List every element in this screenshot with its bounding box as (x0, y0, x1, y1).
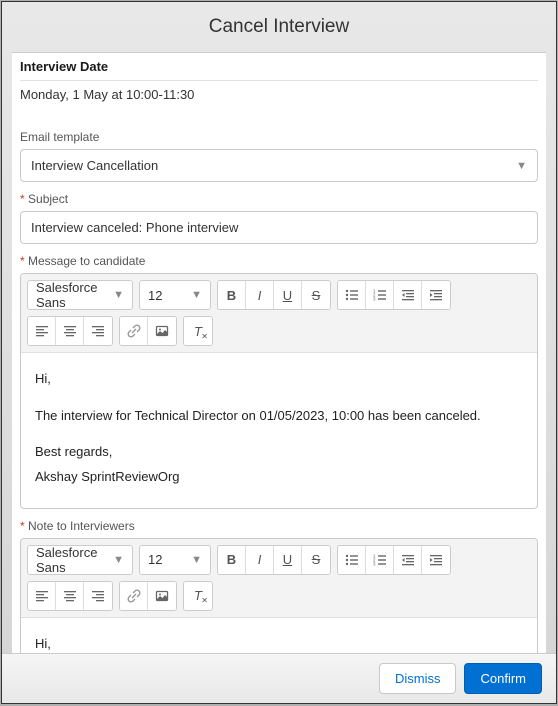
message-signoff2: Akshay SprintReviewOrg (35, 465, 523, 490)
email-template-select[interactable]: Interview Cancellation ▼ (20, 149, 538, 182)
fontsize-value: 12 (148, 552, 162, 567)
indent-button[interactable] (422, 281, 450, 309)
align-left-button[interactable] (28, 582, 56, 610)
number-list-button[interactable]: 123 (366, 546, 394, 574)
underline-button[interactable]: U (274, 546, 302, 574)
note-body[interactable]: Hi, The interview for Technical Director… (21, 618, 537, 656)
outdent-button[interactable] (394, 281, 422, 309)
image-button[interactable] (148, 317, 176, 345)
cancel-interview-modal: Cancel Interview Interview Date Monday, … (1, 1, 557, 704)
modal-body[interactable]: Interview Date Monday, 1 May at 10:00-11… (12, 52, 546, 656)
note-toolbar: Salesforce Sans ▼ 12 ▼ B I U S 123 (21, 539, 537, 618)
align-right-button[interactable] (84, 317, 112, 345)
image-button[interactable] (148, 582, 176, 610)
align-left-button[interactable] (28, 317, 56, 345)
number-list-button[interactable]: 123 (366, 281, 394, 309)
email-template-value: Interview Cancellation (31, 158, 158, 173)
chevron-down-icon: ▼ (191, 554, 202, 566)
bullet-list-button[interactable] (338, 281, 366, 309)
underline-button[interactable]: U (274, 281, 302, 309)
indent-button[interactable] (422, 546, 450, 574)
chevron-down-icon: ▼ (191, 289, 202, 301)
font-value: Salesforce Sans (36, 545, 105, 575)
confirm-button[interactable]: Confirm (464, 663, 542, 694)
align-center-button[interactable] (56, 317, 84, 345)
chevron-down-icon: ▼ (113, 289, 124, 301)
message-body[interactable]: Hi, The interview for Technical Director… (21, 353, 537, 508)
subject-label: Subject (20, 192, 538, 206)
bold-button[interactable]: B (218, 546, 246, 574)
strike-button[interactable]: S (302, 546, 330, 574)
modal-title: Cancel Interview (2, 2, 556, 52)
svg-text:1: 1 (373, 289, 376, 294)
clear-format-button[interactable]: T✕ (184, 582, 212, 610)
outdent-button[interactable] (394, 546, 422, 574)
svg-text:3: 3 (373, 561, 376, 566)
bullet-list-button[interactable] (338, 546, 366, 574)
message-line: The interview for Technical Director on … (35, 404, 523, 429)
interview-datetime: Monday, 1 May at 10:00-11:30 (20, 81, 538, 120)
svg-text:2: 2 (373, 293, 376, 298)
svg-text:2: 2 (373, 557, 376, 562)
font-select[interactable]: Salesforce Sans ▼ (27, 545, 133, 575)
chevron-down-icon: ▼ (516, 160, 527, 172)
clear-format-button[interactable]: T✕ (184, 317, 212, 345)
note-label: Note to Interviewers (20, 519, 538, 533)
link-button[interactable] (120, 582, 148, 610)
svg-text:1: 1 (373, 553, 376, 558)
message-label: Message to candidate (20, 254, 538, 268)
strike-button[interactable]: S (302, 281, 330, 309)
fontsize-select[interactable]: 12 ▼ (139, 280, 211, 310)
svg-text:3: 3 (373, 297, 376, 302)
align-center-button[interactable] (56, 582, 84, 610)
italic-button[interactable]: I (246, 546, 274, 574)
font-value: Salesforce Sans (36, 280, 105, 310)
align-right-button[interactable] (84, 582, 112, 610)
message-signoff1: Best regards, (35, 440, 523, 465)
message-greeting: Hi, (35, 367, 523, 392)
fontsize-select[interactable]: 12 ▼ (139, 545, 211, 575)
message-toolbar: Salesforce Sans ▼ 12 ▼ B I U S 123 (21, 274, 537, 353)
interview-date-header: Interview Date (20, 55, 538, 81)
italic-button[interactable]: I (246, 281, 274, 309)
chevron-down-icon: ▼ (113, 554, 124, 566)
email-template-label: Email template (20, 130, 538, 144)
font-select[interactable]: Salesforce Sans ▼ (27, 280, 133, 310)
message-editor: Salesforce Sans ▼ 12 ▼ B I U S 123 (20, 273, 538, 509)
fontsize-value: 12 (148, 288, 162, 303)
subject-input[interactable] (20, 211, 538, 244)
note-editor: Salesforce Sans ▼ 12 ▼ B I U S 123 (20, 538, 538, 656)
link-button[interactable] (120, 317, 148, 345)
bold-button[interactable]: B (218, 281, 246, 309)
modal-footer: Dismiss Confirm (2, 653, 556, 703)
dismiss-button[interactable]: Dismiss (379, 663, 457, 694)
